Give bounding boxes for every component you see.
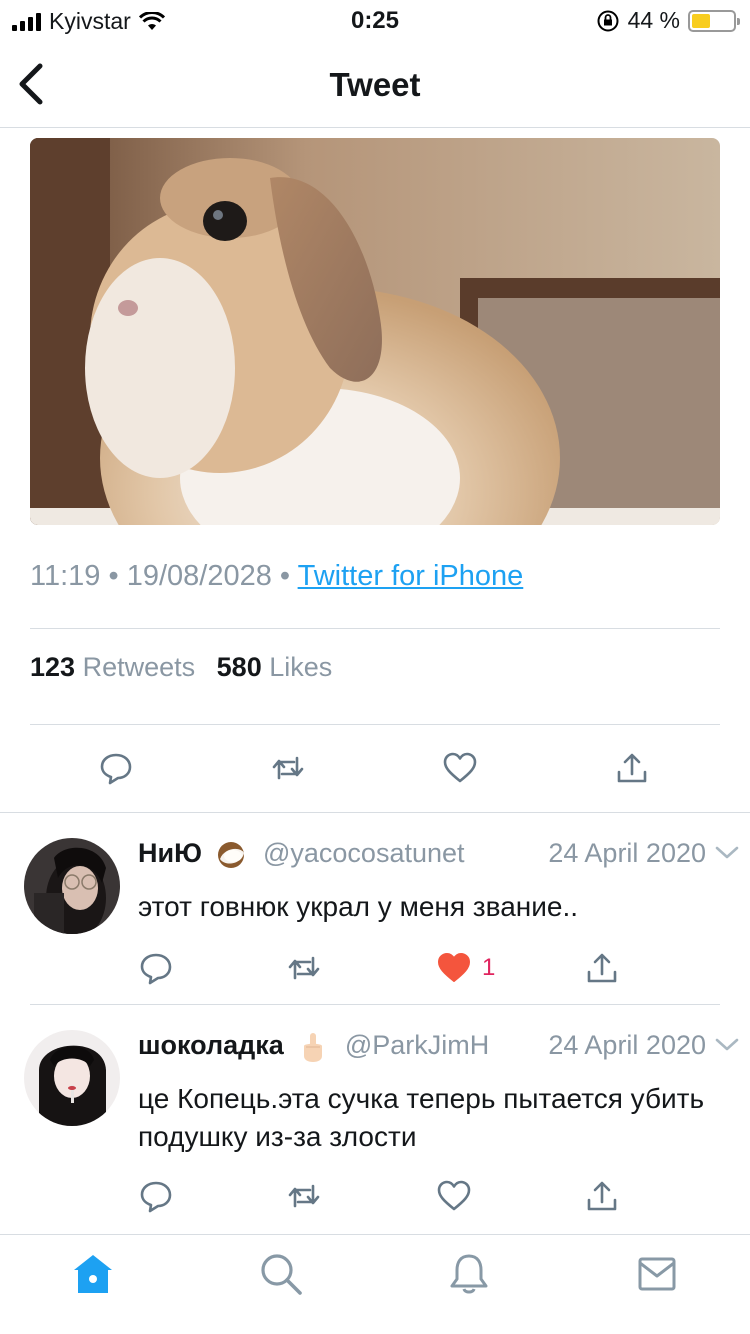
reply-date: 24 April 2020 — [548, 838, 706, 868]
tweet-actions — [0, 748, 750, 798]
divider — [30, 724, 720, 725]
heart-icon — [437, 1180, 471, 1211]
reply-actions — [0, 1176, 750, 1226]
tweet-source-link[interactable]: Twitter for iPhone — [298, 560, 524, 592]
share-icon — [587, 953, 617, 983]
like-button[interactable]: 1 — [436, 948, 495, 988]
tweet-date: 19/08/2028 — [126, 560, 272, 592]
meta-separator: • — [279, 560, 298, 592]
avatar[interactable] — [24, 838, 120, 934]
share-button[interactable] — [614, 748, 654, 788]
share-icon — [587, 1181, 617, 1211]
like-count: 1 — [482, 954, 496, 981]
coconut-emoji-icon — [218, 841, 245, 868]
reply-button[interactable] — [138, 948, 178, 988]
reply-icon — [140, 953, 172, 985]
battery-icon — [688, 9, 740, 32]
reply-text: этот говнюк украл у меня звание.. — [138, 891, 579, 922]
retweet-icon — [288, 1184, 320, 1208]
tweet-stats: 123 Retweets 580 Likes — [30, 652, 346, 683]
reply-item[interactable]: шоколадка @ParkJimH 24 April 2020 це Коп… — [0, 1030, 750, 1230]
reply-button[interactable] — [138, 1176, 178, 1216]
share-button[interactable] — [584, 1176, 624, 1216]
reply-button[interactable] — [98, 748, 138, 788]
retweet-button[interactable] — [270, 748, 310, 788]
navigation-bar: Tweet — [0, 42, 750, 128]
share-button[interactable] — [584, 948, 624, 988]
section-divider — [0, 812, 750, 813]
retweet-button[interactable] — [286, 1176, 326, 1216]
retweet-icon — [288, 956, 320, 980]
likes-count[interactable]: 580 — [217, 652, 262, 682]
notifications-icon[interactable] — [446, 1251, 492, 1297]
retweet-icon — [272, 756, 304, 780]
status-bar: Kyivstar 0:25 44 % — [0, 0, 750, 42]
divider — [30, 628, 720, 629]
reply-actions: 1 — [0, 948, 750, 998]
page-title: Tweet — [329, 66, 421, 103]
retweets-count[interactable]: 123 — [30, 652, 75, 682]
meta-separator: • — [108, 560, 127, 592]
divider — [30, 1004, 720, 1005]
bunny-photo — [30, 138, 720, 525]
reply-icon — [140, 1181, 172, 1213]
tweet-meta: 11:19 • 19/08/2028 • Twitter for iPhone — [30, 560, 523, 593]
tweet-time: 11:19 — [30, 560, 101, 592]
retweets-label[interactable]: Retweets — [83, 652, 196, 682]
avatar[interactable] — [24, 1030, 120, 1126]
reply-icon — [100, 753, 132, 785]
tab-bar — [0, 1234, 750, 1334]
reply-date: 24 April 2020 — [548, 1030, 706, 1060]
battery-percent: 44 % — [627, 7, 680, 33]
like-button[interactable] — [436, 1176, 476, 1216]
reply-author-name[interactable]: шоколадка — [138, 1030, 284, 1060]
chevron-down-icon[interactable] — [714, 1036, 740, 1054]
tweet-image[interactable] — [30, 138, 720, 525]
chevron-down-icon[interactable] — [714, 844, 740, 862]
reply-author-name[interactable]: НиЮ — [138, 838, 202, 868]
reply-item[interactable]: НиЮ @yacocosatunet 24 April 2020 этот го… — [0, 838, 750, 1008]
messages-icon[interactable] — [634, 1251, 680, 1297]
likes-label[interactable]: Likes — [269, 652, 332, 682]
share-icon — [617, 753, 647, 783]
orientation-lock-icon — [597, 10, 619, 31]
reply-author-handle[interactable]: @yacocosatunet — [263, 838, 465, 868]
retweet-button[interactable] — [286, 948, 326, 988]
search-icon[interactable] — [258, 1251, 304, 1297]
home-icon[interactable] — [70, 1251, 116, 1297]
reply-author-handle[interactable]: @ParkJimH — [345, 1030, 489, 1060]
middle-finger-emoji-icon — [304, 1032, 323, 1062]
heart-filled-icon — [438, 953, 470, 982]
reply-text: це Копець.эта сучка теперь пытается убит… — [138, 1083, 705, 1152]
heart-icon — [443, 752, 477, 783]
like-button[interactable] — [442, 748, 482, 788]
